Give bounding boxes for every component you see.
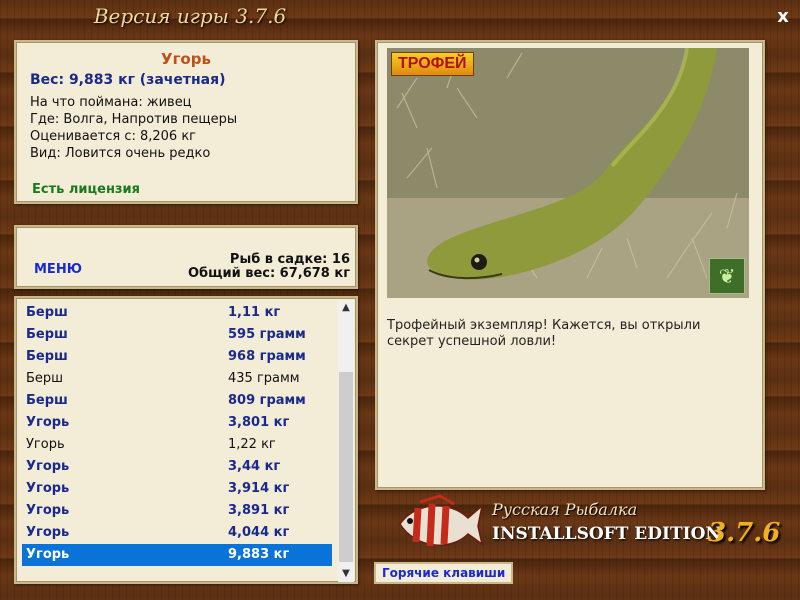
catch-list-panel: Берш 1,11 кг Берш 595 грамм Берш 968 грамм Бер… — [14, 296, 358, 584]
window-title: Версия игры 3.7.6 — [93, 4, 287, 28]
catch-fish-weight: 595 грамм — [228, 327, 306, 342]
butterfly-icon[interactable]: ❦ — [709, 258, 745, 294]
catch-row[interactable]: Берш 968 грамм — [22, 346, 332, 368]
catch-row[interactable]: Угорь 4,044 кг — [22, 522, 332, 544]
game-logo: Русская Рыбалка INSTALLSOFT EDITION 3.7.… — [390, 492, 790, 562]
catch-fish-name: Угорь — [26, 503, 70, 518]
catch-fish-weight: 3,44 кг — [228, 459, 281, 474]
catch-row[interactable]: Берш 435 грамм — [22, 368, 332, 390]
fish-logo-icon — [399, 494, 484, 547]
scrollbar-thumb[interactable] — [339, 372, 353, 562]
menu-panel: МЕНЮ Рыб в садке: 16 Общий вес: 67,678 к… — [14, 225, 358, 289]
bait-info: На что поймана: живец — [30, 95, 192, 110]
hotkeys-button[interactable]: Горячие клавиши — [374, 562, 514, 584]
catch-row[interactable]: Угорь 3,801 кг — [22, 412, 332, 434]
catch-row[interactable]: Угорь 9,883 кг — [22, 544, 332, 566]
menu-button[interactable]: МЕНЮ — [34, 262, 82, 277]
close-icon[interactable]: x — [772, 6, 794, 28]
catch-fish-weight: 3,801 кг — [228, 415, 290, 430]
catch-fish-name: Берш — [26, 327, 68, 342]
catch-fish-weight: 968 грамм — [228, 349, 306, 364]
catch-row[interactable]: Берш 595 грамм — [22, 324, 332, 346]
catch-fish-name: Угорь — [26, 459, 70, 474]
catch-fish-name: Берш — [26, 305, 68, 320]
catch-fish-name: Угорь — [26, 481, 70, 496]
eel-photo-illustration — [387, 48, 749, 298]
license-status: Есть лицензия — [32, 182, 140, 197]
catch-fish-name: Берш — [26, 393, 68, 408]
catch-fish-name: Берш — [26, 371, 64, 386]
catch-row[interactable]: Берш 1,11 кг — [22, 302, 332, 324]
catch-fish-weight: 3,914 кг — [228, 481, 290, 496]
catch-row[interactable]: Угорь 1,22 кг — [22, 434, 332, 456]
catch-fish-name: Угорь — [26, 437, 65, 452]
fish-count: Рыб в садке: 16 — [229, 252, 350, 267]
catch-fish-weight: 1,22 кг — [228, 437, 276, 452]
logo-title: Русская Рыбалка — [492, 500, 638, 519]
catch-fish-weight: 3,891 кг — [228, 503, 290, 518]
fish-name: Угорь — [161, 50, 211, 68]
logo-edition: INSTALLSOFT EDITION — [492, 524, 721, 544]
location-info: Где: Волга, Напротив пещеры — [30, 112, 238, 127]
rarity-info: Вид: Ловится очень редко — [30, 146, 211, 161]
keepnet-summary: Рыб в садке: 16 Общий вес: 67,678 кг — [188, 253, 350, 281]
fish-photo: ТРОФЕЙ ❦ — [387, 48, 749, 298]
fish-weight: Вес: 9,883 кг (зачетная) — [30, 72, 226, 88]
catch-list[interactable]: Берш 1,11 кг Берш 595 грамм Берш 968 грамм Бер… — [22, 302, 332, 566]
catch-fish-weight: 4,044 кг — [228, 525, 290, 540]
scroll-up-icon[interactable]: ▲ — [338, 300, 354, 316]
catch-list-scrollbar[interactable]: ▲ ▼ — [338, 300, 354, 582]
catch-fish-name: Угорь — [26, 415, 70, 430]
catch-fish-weight: 9,883 кг — [228, 547, 290, 562]
catch-row[interactable]: Угорь 3,891 кг — [22, 500, 332, 522]
catch-fish-weight: 435 грамм — [228, 371, 300, 386]
trophy-badge: ТРОФЕЙ — [391, 52, 474, 76]
catch-row[interactable]: Берш 809 грамм — [22, 390, 332, 412]
scroll-down-icon[interactable]: ▼ — [338, 566, 354, 582]
catch-fish-weight: 809 грамм — [228, 393, 306, 408]
catch-fish-name: Угорь — [26, 525, 70, 540]
logo-version: 3.7.6 — [708, 518, 781, 548]
trophy-description: Трофейный экземпляр! Кажется, вы открыли… — [387, 318, 701, 349]
fish-info-panel: Угорь Вес: 9,883 кг (зачетная) На что по… — [14, 40, 358, 204]
catch-fish-name: Берш — [26, 349, 68, 364]
total-weight: Общий вес: 67,678 кг — [187, 266, 350, 281]
valued-from-info: Оценивается с: 8,206 кг — [30, 129, 197, 144]
catch-row[interactable]: Угорь 3,44 кг — [22, 456, 332, 478]
trophy-panel: ТРОФЕЙ ❦ Трофейный экземпляр! Кажется, в… — [375, 40, 765, 490]
catch-fish-weight: 1,11 кг — [228, 305, 281, 320]
catch-fish-name: Угорь — [26, 547, 70, 562]
catch-row[interactable]: Угорь 3,914 кг — [22, 478, 332, 500]
